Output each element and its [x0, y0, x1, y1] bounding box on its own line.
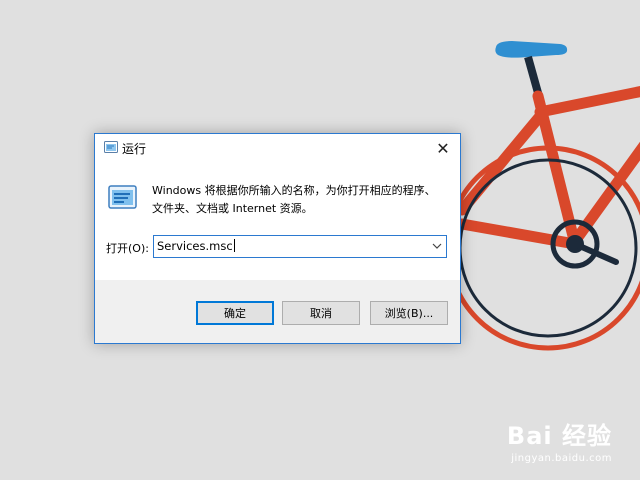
browse-button[interactable]: 浏览(B)... — [370, 301, 448, 325]
cancel-button[interactable]: 取消 — [282, 301, 360, 325]
close-icon: ✕ — [436, 138, 450, 158]
bike-saddle — [495, 41, 568, 58]
open-input[interactable]: Services.msc — [157, 239, 235, 253]
run-dialog: 运行 ✕ Windows 将根据你所输入的名称，为你打开相应的程序、 文件夹、文… — [94, 133, 461, 344]
open-combobox[interactable]: Services.msc — [153, 235, 447, 258]
run-icon — [104, 141, 118, 153]
run-icon — [108, 185, 137, 209]
text-caret — [233, 239, 235, 252]
open-label: 打开(O): — [106, 242, 149, 255]
ok-button[interactable]: 确定 — [196, 301, 274, 325]
description-line-1: Windows 将根据你所输入的名称，为你打开相应的程序、 — [152, 184, 436, 197]
baidu-jingyan-watermark: Bai 经验 jingyan.baidu.com — [507, 416, 612, 464]
dialog-title: 运行 — [122, 142, 147, 156]
button-bar: 确定 取消 浏览(B)... — [95, 280, 460, 343]
open-input-text: Services.msc — [157, 239, 233, 253]
bike-wheel-inner — [458, 158, 638, 338]
watermark-url: jingyan.baidu.com — [511, 453, 612, 464]
chevron-down-icon[interactable] — [432, 241, 442, 251]
dialog-description: Windows 将根据你所输入的名称，为你打开相应的程序、 文件夹、文档或 In… — [152, 182, 452, 218]
title-bar[interactable]: 运行 ✕ — [95, 134, 460, 162]
bike-wheel-outer — [445, 145, 640, 351]
description-line-2: 文件夹、文档或 Internet 资源。 — [152, 202, 313, 215]
close-button[interactable]: ✕ — [426, 134, 460, 162]
watermark-logo: Bai 经验 — [506, 422, 612, 450]
